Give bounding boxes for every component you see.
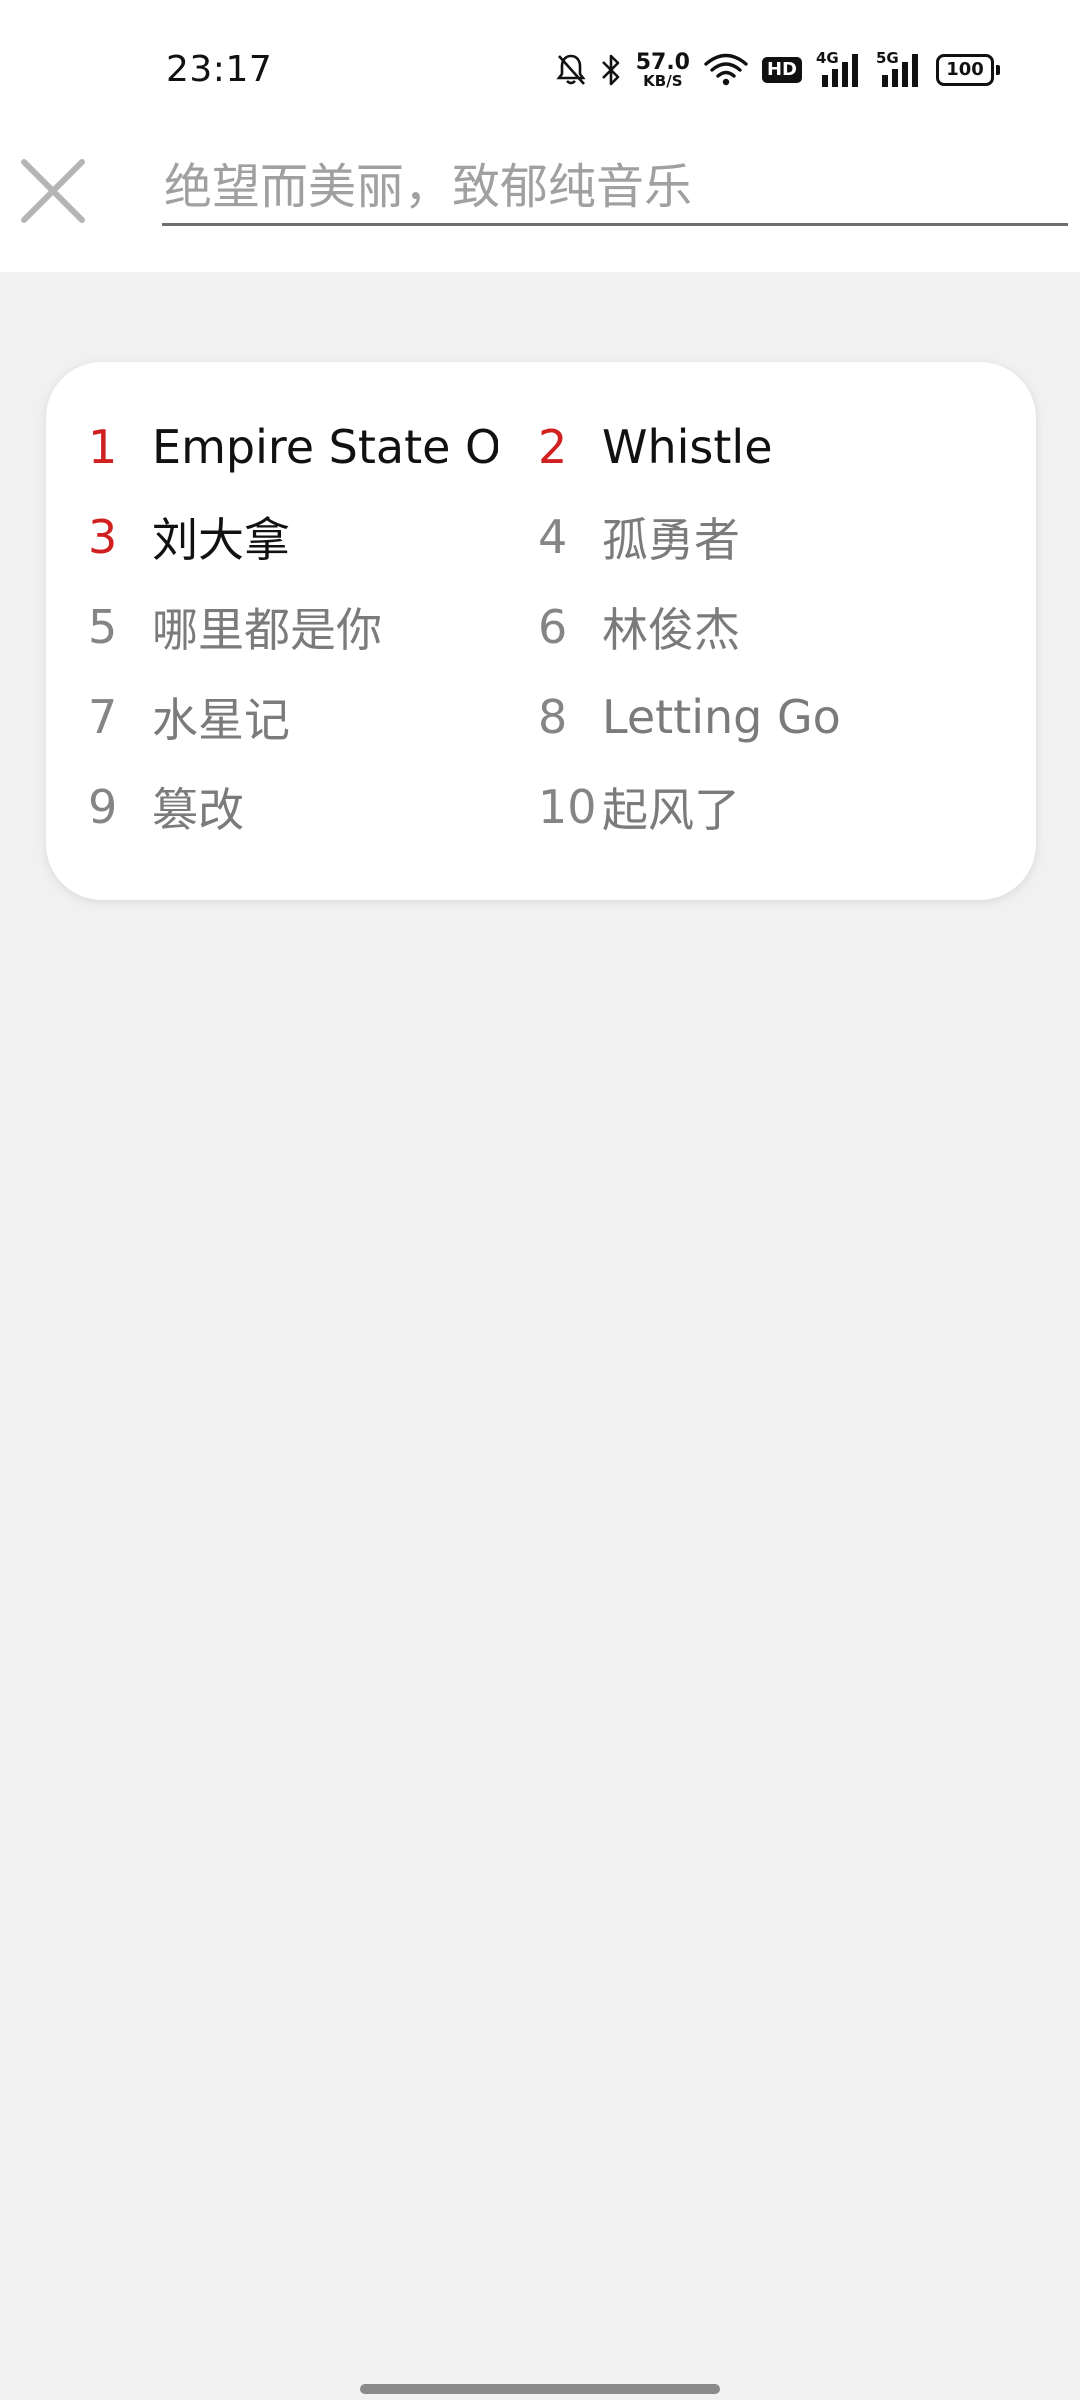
hot-title: 哪里都是你	[152, 603, 382, 657]
status-icons: 57.0 KB/S HD 4G 5G 100	[556, 44, 1000, 96]
bluetooth-icon	[600, 53, 622, 87]
hot-title: Whistle	[602, 420, 773, 474]
hot-rank: 2	[538, 420, 568, 474]
hot-rank: 5	[88, 600, 118, 654]
sim1-signal: 4G	[816, 49, 862, 91]
net-speed-value: 57.0	[635, 49, 690, 75]
close-icon	[21, 159, 85, 223]
hot-title: 林俊杰	[602, 603, 740, 657]
hot-title: 孤勇者	[602, 513, 740, 567]
hot-rank: 10	[538, 780, 597, 834]
hot-rank: 9	[88, 780, 118, 834]
hot-rank: 3	[88, 510, 118, 564]
net-speed-unit: KB/S	[643, 71, 683, 90]
hot-title: 篡改	[152, 783, 244, 837]
hot-title: Empire State Of Mind	[152, 420, 498, 474]
hot-rank: 6	[538, 600, 568, 654]
hot-search-item[interactable]: 10 起风了	[538, 762, 740, 852]
battery-tip	[996, 65, 1000, 75]
hot-search-item[interactable]: 8 Letting Go	[538, 672, 841, 762]
hot-search-item[interactable]: 2 Whistle	[538, 402, 773, 492]
hot-title: Letting Go	[602, 690, 841, 744]
hot-search-card: 1 Empire State Of Mind 2 Whistle 3 刘大拿 4…	[46, 362, 1036, 900]
battery-level: 100	[936, 54, 994, 86]
sim2-signal: 5G	[876, 49, 922, 91]
hot-rank: 7	[88, 690, 118, 744]
status-bar: 23:17 57.0 KB/S HD 4G 5G 100	[0, 0, 1080, 140]
hot-rank: 4	[538, 510, 568, 564]
battery-icon: 100	[936, 54, 1000, 86]
hot-search-item[interactable]: 5 哪里都是你	[88, 582, 382, 672]
close-button[interactable]	[18, 156, 88, 226]
hot-title: 刘大拿	[152, 513, 290, 567]
hot-rank: 8	[538, 690, 568, 744]
hot-search-item[interactable]: 3 刘大拿	[88, 492, 290, 582]
bell-off-icon	[556, 53, 586, 87]
wifi-icon	[704, 53, 748, 87]
hot-search-item[interactable]: 6 林俊杰	[538, 582, 740, 672]
hot-search-item[interactable]: 4 孤勇者	[538, 492, 740, 582]
hot-title: 水星记	[152, 693, 290, 747]
status-time: 23:17	[166, 49, 273, 90]
hot-title: 起风了	[602, 783, 740, 837]
hot-search-item[interactable]: 9 篡改	[88, 762, 244, 852]
net-speed: 57.0 KB/S	[635, 49, 690, 90]
hot-search-item[interactable]: 7 水星记	[88, 672, 290, 762]
home-indicator[interactable]	[360, 2384, 720, 2394]
hot-search-item[interactable]: 1 Empire State Of Mind	[88, 402, 498, 492]
search-input[interactable]	[162, 150, 1068, 226]
hot-rank: 1	[88, 420, 118, 474]
hd-badge: HD	[761, 57, 802, 83]
